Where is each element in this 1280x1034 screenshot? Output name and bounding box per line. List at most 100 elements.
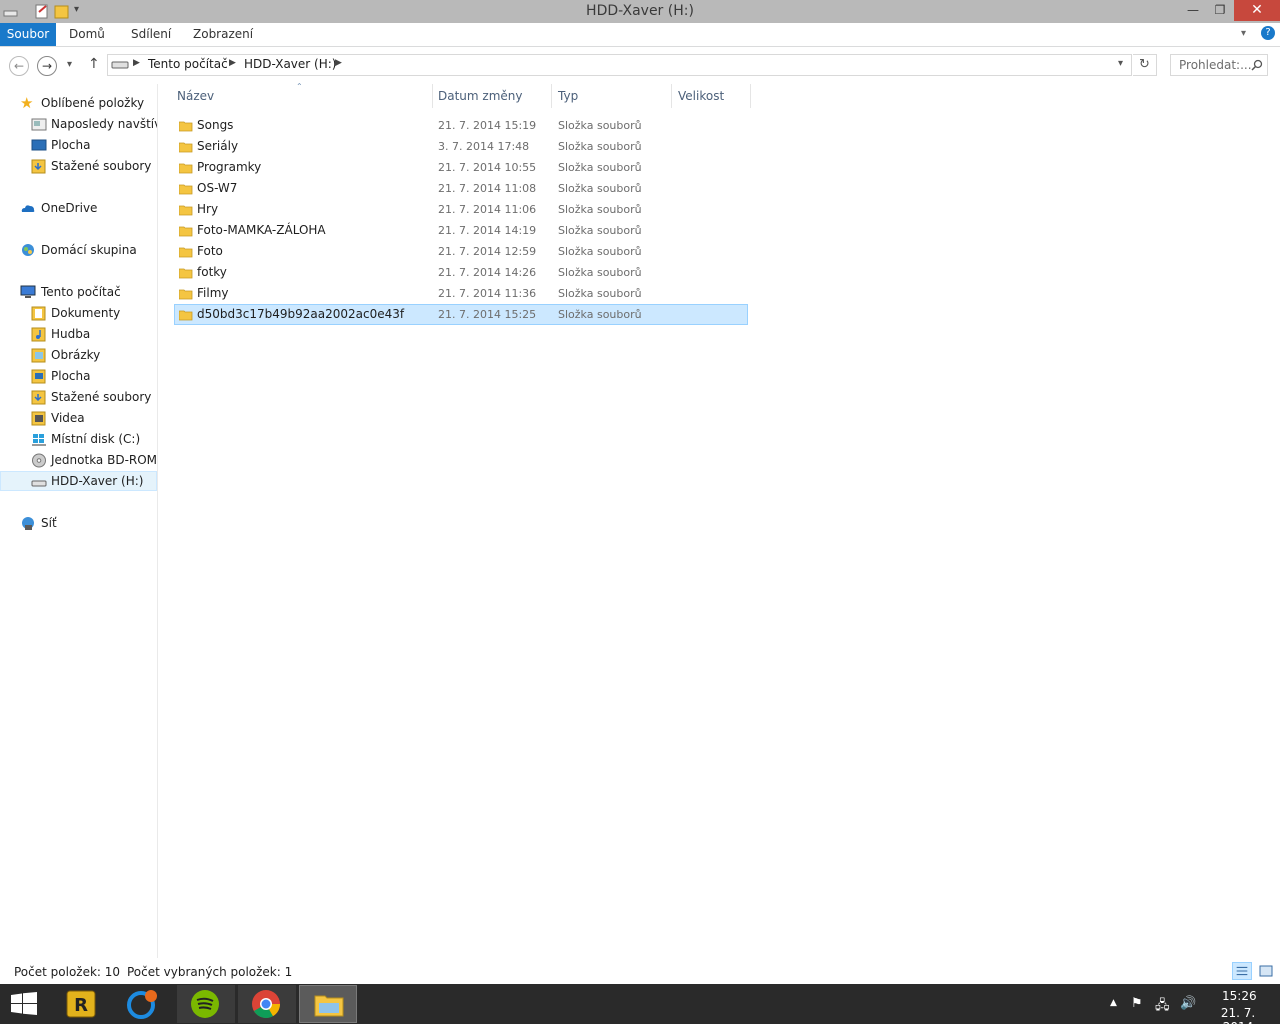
file-row[interactable]: Foto-MAMKA-ZÁLOHA 21. 7. 2014 14:19 Slož… [174, 220, 748, 241]
details-view-icon[interactable] [1232, 962, 1252, 980]
nav-network[interactable]: Síť [0, 513, 157, 533]
file-type: Složka souborů [558, 182, 642, 195]
nav-homegroup[interactable]: Domácí skupina [0, 240, 157, 260]
nav-pictures[interactable]: Obrázky [0, 345, 157, 365]
file-row[interactable]: Programky 21. 7. 2014 10:55 Složka soubo… [174, 157, 748, 178]
desktop-icon [31, 139, 47, 151]
item-count: Počet položek: 10 [14, 965, 121, 979]
folder-icon [179, 121, 193, 132]
large-icons-view-icon[interactable] [1256, 962, 1276, 980]
help-icon[interactable]: ? [1261, 26, 1275, 40]
file-date: 21. 7. 2014 11:06 [438, 203, 537, 216]
column-separator[interactable] [432, 84, 433, 108]
file-name: Songs [197, 118, 234, 132]
clock-date[interactable]: 21. 7. 2014 [1208, 1006, 1268, 1034]
file-row-selected[interactable]: d50bd3c17b49b92aa2002ac0e43f 21. 7. 2014… [174, 304, 748, 325]
file-date: 21. 7. 2014 14:26 [438, 266, 537, 279]
file-row[interactable]: Songs 21. 7. 2014 15:19 Složka souborů [174, 115, 748, 136]
recent-locations-chevron-icon[interactable]: ▾ [67, 59, 72, 70]
taskbar-app-r[interactable]: R [52, 985, 110, 1023]
nav-downloads-pc[interactable]: Stažené soubory [0, 387, 157, 407]
nav-desktop[interactable]: Plocha [0, 135, 157, 155]
nav-music[interactable]: Hudba [0, 324, 157, 344]
maximize-button[interactable]: ❐ [1206, 0, 1234, 21]
folder-icon [179, 268, 193, 279]
downloads-folder-icon [31, 159, 46, 174]
file-type: Složka souborů [558, 203, 642, 216]
close-button[interactable]: ✕ [1234, 0, 1280, 21]
nav-hdd-xaver[interactable]: HDD-Xaver (H:) [0, 471, 157, 491]
file-name: Foto [197, 244, 223, 258]
taskbar-app-chrome[interactable] [238, 985, 296, 1023]
taskbar-app-file-explorer[interactable] [299, 985, 357, 1023]
drive-icon [31, 480, 47, 487]
nav-videos[interactable]: Videa [0, 408, 157, 428]
column-size[interactable]: Velikost [678, 89, 724, 109]
tab-view[interactable]: Zobrazení [183, 23, 263, 46]
nav-onedrive[interactable]: OneDrive [0, 198, 157, 218]
search-placeholder: Prohledat:... [1179, 58, 1252, 72]
action-center-flag-icon[interactable]: ⚑ [1131, 996, 1143, 1011]
breadcrumb-separator-icon[interactable]: ▶ [229, 58, 236, 68]
column-date[interactable]: Datum změny [438, 89, 523, 109]
show-hidden-icons-icon[interactable]: ▲ [1110, 998, 1117, 1008]
tab-home[interactable]: Domů [59, 23, 115, 46]
windows-drive-icon [32, 434, 46, 446]
folder-icon [179, 310, 193, 321]
taskbar-app-spotify[interactable] [177, 985, 235, 1023]
file-row[interactable]: Filmy 21. 7. 2014 11:36 Složka souborů [174, 283, 748, 304]
file-row[interactable]: OS-W7 21. 7. 2014 11:08 Složka souborů [174, 178, 748, 199]
desktop-folder-icon [31, 369, 46, 384]
nav-bd-rom[interactable]: Jednotka BD-ROM (E:) [0, 450, 157, 470]
column-name[interactable]: Název [177, 89, 214, 109]
address-row: ← → ▾ ↑ ▶ Tento počítač ▶ HDD-Xaver (H:)… [0, 47, 1280, 84]
spotify-icon [191, 990, 219, 1018]
file-row[interactable]: Foto 21. 7. 2014 12:59 Složka souborů [174, 241, 748, 262]
address-bar[interactable]: ▶ Tento počítač ▶ HDD-Xaver (H:) ▶ ▾ [107, 54, 1132, 76]
computer-icon [20, 285, 36, 298]
volume-icon[interactable]: 🔊 [1180, 996, 1196, 1011]
file-row[interactable]: Hry 21. 7. 2014 11:06 Složka souborů [174, 199, 748, 220]
breadcrumb-separator-icon[interactable]: ▶ [133, 58, 140, 68]
file-row[interactable]: fotky 21. 7. 2014 14:26 Složka souborů [174, 262, 748, 283]
music-folder-icon [31, 327, 46, 342]
minimize-button[interactable]: — [1180, 0, 1206, 21]
documents-folder-icon [31, 306, 46, 321]
file-date: 21. 7. 2014 10:55 [438, 161, 537, 174]
taskbar: R ▲ ⚑ 🖧 🔊 15:26 21. 7. 2014 [0, 984, 1280, 1034]
title-bar: ▾ HDD-Xaver (H:) — ❐ ✕ [0, 0, 1280, 23]
tab-share[interactable]: Sdílení [121, 23, 181, 46]
file-row[interactable]: Seriály 3. 7. 2014 17:48 Složka souborů [174, 136, 748, 157]
breadcrumb-this-pc[interactable]: Tento počítač [148, 57, 228, 71]
clock-time[interactable]: 15:26 [1222, 989, 1257, 1003]
start-windows-icon[interactable] [10, 992, 38, 1016]
taskbar-app-ccleaner[interactable] [113, 985, 171, 1023]
search-icon[interactable] [1251, 59, 1263, 71]
column-separator[interactable] [750, 84, 751, 108]
nav-desktop-pc[interactable]: Plocha [0, 366, 157, 386]
forward-button[interactable]: → [37, 56, 57, 76]
file-type: Složka souborů [558, 140, 642, 153]
breadcrumb-drive[interactable]: HDD-Xaver (H:) [244, 57, 336, 71]
network-status-icon[interactable]: 🖧 [1155, 996, 1170, 1018]
nav-this-pc[interactable]: Tento počítač [0, 282, 157, 302]
ribbon-expand-icon[interactable]: ▾ [1241, 28, 1246, 39]
address-dropdown-icon[interactable]: ▾ [1118, 58, 1123, 69]
column-separator[interactable] [671, 84, 672, 108]
nav-downloads[interactable]: Stažené soubory [0, 156, 157, 176]
file-name: OS-W7 [197, 181, 238, 195]
recent-places-icon [31, 118, 47, 131]
column-separator[interactable] [551, 84, 552, 108]
breadcrumb-separator-icon[interactable]: ▶ [335, 58, 342, 68]
search-input[interactable]: Prohledat:... [1170, 54, 1268, 76]
nav-recent-places[interactable]: Naposledy navštívené [0, 114, 157, 134]
tab-file[interactable]: Soubor [0, 23, 56, 46]
refresh-button[interactable]: ↻ [1133, 54, 1157, 76]
column-type[interactable]: Typ [558, 89, 578, 109]
nav-favorites[interactable]: ★ Oblíbené položky [0, 93, 157, 113]
back-button[interactable]: ← [9, 56, 29, 76]
up-button[interactable]: ↑ [88, 56, 100, 72]
homegroup-icon [22, 244, 34, 256]
nav-local-disk-c[interactable]: Místní disk (C:) [0, 429, 157, 449]
nav-documents[interactable]: Dokumenty [0, 303, 157, 323]
